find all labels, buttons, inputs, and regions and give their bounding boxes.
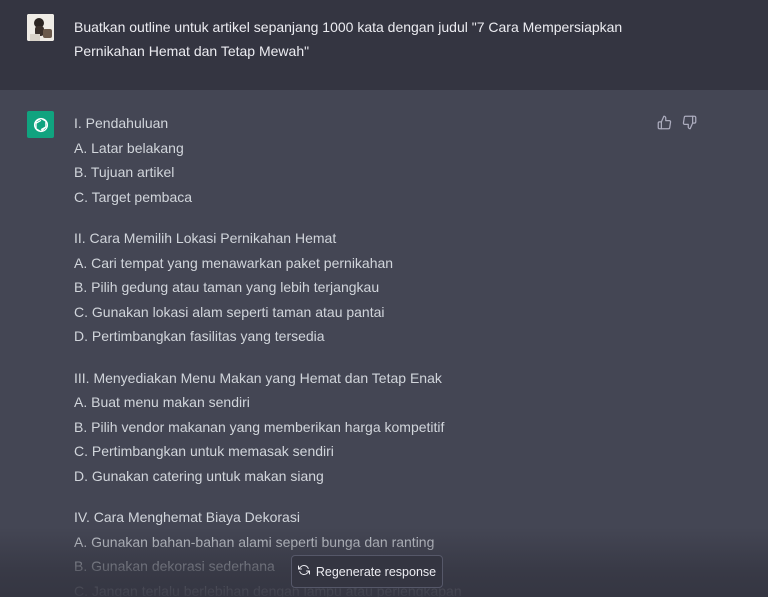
outline-section: II. Cara Memilih Lokasi Pernikahan Hemat… — [74, 226, 634, 349]
thumbs-down-icon[interactable] — [681, 114, 697, 130]
list-item: D. Gunakan catering untuk makan siang — [74, 467, 324, 484]
assistant-message-row: I. Pendahuluan A. Latar belakang B. Tuju… — [0, 90, 768, 597]
user-message-row: Buatkan outline untuk artikel sepanjang … — [0, 0, 768, 90]
avatar-image — [27, 14, 54, 41]
list-item: C. Gunakan lokasi alam seperti taman ata… — [74, 303, 385, 320]
section-heading: IV. Cara Menghemat Biaya Dekorasi — [74, 509, 300, 525]
refresh-icon — [297, 564, 310, 579]
user-message-line: Buatkan outline untuk artikel sepanjang … — [74, 19, 623, 35]
section-heading: III. Menyediakan Menu Makan yang Hemat d… — [74, 369, 442, 386]
outline-section: I. Pendahuluan A. Latar belakang B. Tuju… — [74, 111, 634, 209]
list-item: C. Target pembaca — [74, 188, 193, 205]
list-item: B. Pilih gedung atau taman yang lebih te… — [74, 279, 380, 295]
list-item: A. Buat menu makan sendiri — [74, 394, 250, 410]
section-heading: I. Pendahuluan — [74, 115, 169, 131]
openai-logo-icon — [27, 111, 54, 138]
list-item: D. Pertimbangkan fasilitas yang tersedia — [74, 328, 325, 344]
assistant-message-text: I. Pendahuluan A. Latar belakang B. Tuju… — [74, 111, 634, 597]
outline-section: III. Menyediakan Menu Makan yang Hemat d… — [74, 366, 634, 489]
user-message-line: Pernikahan Hemat dan Tetap Mewah" — [74, 43, 310, 59]
list-item: C. Pertimbangkan untuk memasak sendiri — [74, 443, 334, 459]
section-heading: II. Cara Memilih Lokasi Pernikahan Hemat — [74, 230, 337, 246]
user-avatar — [27, 14, 54, 41]
regenerate-label: Regenerate response — [315, 564, 437, 579]
list-item: A. Gunakan bahan-bahan alami seperti bun… — [74, 533, 435, 550]
list-item: B. Pilih vendor makanan yang memberikan … — [74, 418, 445, 435]
user-message-text: Buatkan outline untuk artikel sepanjang … — [74, 15, 654, 63]
chat-page: Buatkan outline untuk artikel sepanjang … — [0, 0, 768, 597]
list-item: A. Cari tempat yang menawarkan paket per… — [74, 254, 394, 271]
list-item: B. Tujuan artikel — [74, 164, 175, 180]
regenerate-response-button[interactable]: Regenerate response — [291, 555, 443, 588]
list-item: A. Latar belakang — [74, 139, 184, 156]
thumbs-up-icon[interactable] — [656, 114, 672, 130]
